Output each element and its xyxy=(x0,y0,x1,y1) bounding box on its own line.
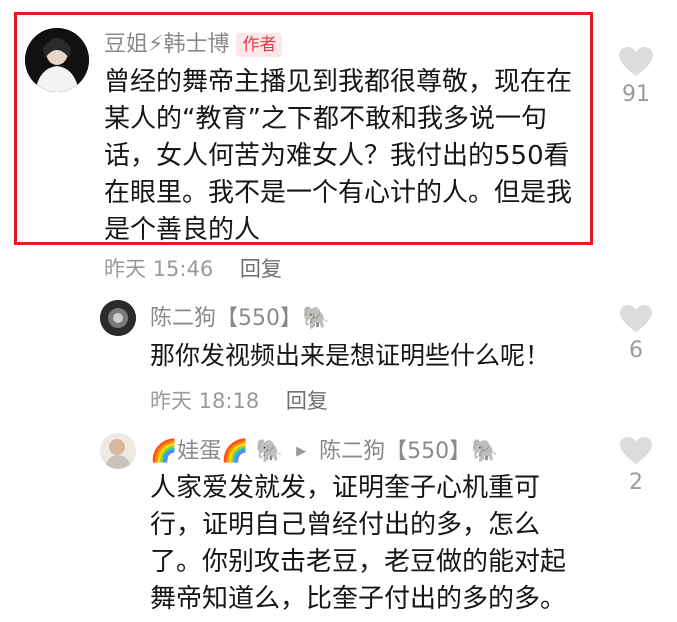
heart-icon xyxy=(620,304,652,333)
author-name[interactable]: 🌈娃蛋🌈 🐘 xyxy=(150,439,283,464)
comment-time: 昨天 18:18 xyxy=(150,389,260,413)
like-button[interactable]: 6 xyxy=(614,304,658,363)
avatar-image xyxy=(25,28,89,92)
comment-text-line: 曾经的舞帝主播见到我都很尊敬，现在在 xyxy=(104,67,573,97)
like-button[interactable]: 2 xyxy=(614,436,658,495)
reply-to-name[interactable]: 陈二狗【550】🐘 xyxy=(319,439,498,464)
like-count: 91 xyxy=(622,82,650,107)
comment-text-line: 人家爱发就发，证明奎子心机重可 xyxy=(150,473,541,503)
like-button[interactable]: 91 xyxy=(614,46,658,107)
comment-text-line: 是个善良的人 xyxy=(104,215,261,245)
comment-meta: 昨天 18:18 回复 xyxy=(150,385,328,415)
comment-text: 那你发视频出来是想证明些什么呢！ xyxy=(150,341,551,370)
like-count: 6 xyxy=(629,338,643,363)
comment-time: 昨天 15:46 xyxy=(104,257,214,281)
reply-button[interactable]: 回复 xyxy=(286,389,328,413)
avatar-image xyxy=(100,433,136,469)
comment-text: 曾经的舞帝主播见到我都很尊敬，现在在 某人的“教育”之下都不敢和我多说一句 话，… xyxy=(104,64,584,249)
comment-author[interactable]: 豆姐⚡韩士博 作者 xyxy=(104,30,283,60)
heart-icon xyxy=(619,47,653,76)
like-count: 2 xyxy=(629,470,643,495)
comment-text-line: 话，女人何苦为难女人？我付出的550看 xyxy=(104,141,570,171)
comment-author[interactable]: 陈二狗【550】🐘 xyxy=(150,304,329,334)
author-badge: 作者 xyxy=(236,33,283,57)
author-name[interactable]: 豆姐⚡韩士博 xyxy=(104,32,229,57)
comment-author[interactable]: 🌈娃蛋🌈 🐘 ▶ 陈二狗【550】🐘 xyxy=(150,437,499,467)
comment-text: 人家爱发就发，证明奎子心机重可 行，证明自己曾经付出的多，怎么 了。你别攻击老豆… xyxy=(150,470,610,618)
comment-text-line: 某人的“教育”之下都不敢和我多说一句 xyxy=(104,104,547,134)
comment-text-line: 舞帝知道么，比奎子付出的多的多。 xyxy=(150,584,567,614)
avatar[interactable] xyxy=(100,433,136,469)
triangle-right-icon: ▶ xyxy=(296,444,307,459)
heart-icon xyxy=(620,436,652,465)
comment-text-line: 了。你别攻击老豆，老豆做的能对起 xyxy=(150,547,567,577)
avatar-image xyxy=(100,300,136,336)
avatar[interactable] xyxy=(100,300,136,336)
comment-text-line: 在眼里。我不是一个有心计的人。但是我 xyxy=(104,178,573,208)
reply-button[interactable]: 回复 xyxy=(240,257,282,281)
comment-meta: 昨天 15:46 回复 xyxy=(104,253,282,283)
avatar[interactable] xyxy=(25,28,89,92)
comment-text-line: 行，证明自己曾经付出的多，怎么 xyxy=(150,510,541,540)
